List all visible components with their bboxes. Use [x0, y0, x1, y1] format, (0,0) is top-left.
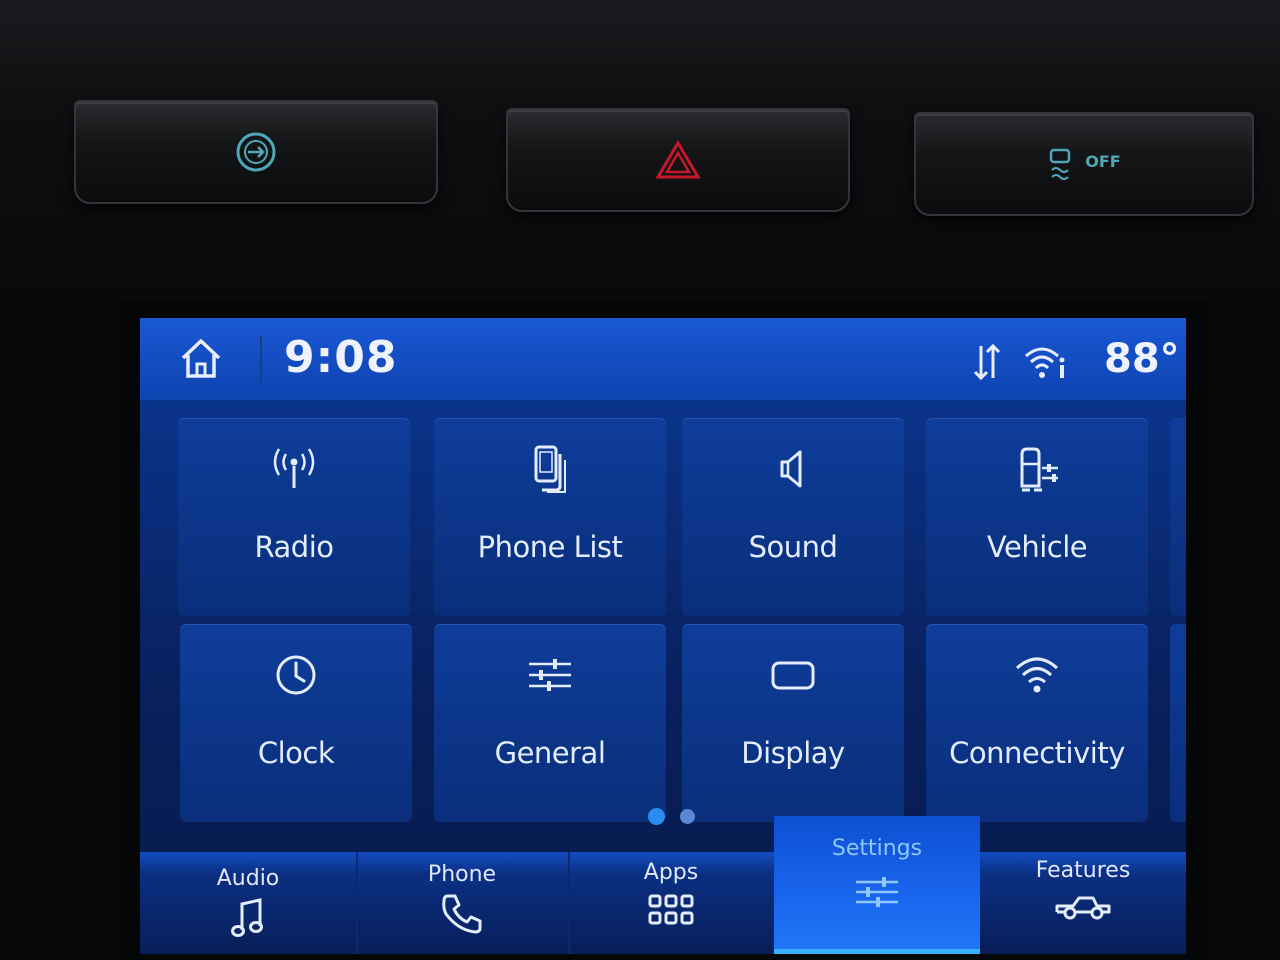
- tile-label: Connectivity: [949, 736, 1125, 770]
- display-icon: [771, 661, 815, 690]
- clock-time: 9:08: [284, 332, 398, 383]
- settings-sliders-icon: [856, 877, 898, 907]
- status-divider: [260, 336, 262, 382]
- tile-display[interactable]: Display: [682, 624, 904, 822]
- hazard-warning-icon: [655, 140, 701, 179]
- tile-phone-list[interactable]: Phone List: [434, 418, 666, 616]
- vehicle-settings-icon: [1020, 447, 1058, 492]
- nav-label: Settings: [831, 836, 923, 861]
- wifi-icon: [1015, 657, 1059, 693]
- nav-features[interactable]: Features: [980, 852, 1186, 954]
- tile-vehicle[interactable]: Vehicle: [926, 418, 1148, 616]
- infotainment-screen: 9:08 88° Radio Phone List Sound Vehicle …: [140, 318, 1186, 954]
- page-dot-active[interactable]: [648, 808, 665, 825]
- nav-label: Features: [1035, 858, 1131, 883]
- nav-label: Audio: [216, 866, 280, 891]
- traction-control-off-button[interactable]: OFF: [914, 112, 1254, 216]
- hazard-lights-button[interactable]: [506, 108, 850, 212]
- nav-apps[interactable]: Apps: [568, 852, 776, 954]
- tile-label: Clock: [257, 736, 335, 770]
- tile-label: Vehicle: [986, 530, 1088, 564]
- next-page-tile-edge[interactable]: [1170, 418, 1186, 616]
- next-page-tile-edge[interactable]: [1170, 624, 1186, 822]
- tile-clock[interactable]: Clock: [180, 624, 412, 822]
- bottom-nav-bar: Audio Phone Apps Settings Features: [140, 816, 1186, 954]
- phone-list-icon: [534, 445, 566, 493]
- traction-off-label: OFF: [1085, 151, 1121, 171]
- truck-icon: [1055, 896, 1111, 920]
- tile-label: Phone List: [477, 530, 623, 564]
- touch-control-icon: [236, 132, 276, 172]
- tile-sound[interactable]: Sound: [682, 418, 904, 616]
- speaker-icon: [780, 450, 802, 488]
- tile-general[interactable]: General: [434, 624, 666, 822]
- music-note-icon: [231, 898, 263, 937]
- apps-grid-icon: [648, 894, 694, 925]
- hardware-touch-button[interactable]: [74, 100, 438, 204]
- radio-antenna-icon: [273, 448, 315, 488]
- clock-icon: [276, 655, 316, 695]
- nav-audio[interactable]: Audio: [140, 852, 358, 954]
- tile-label: Display: [741, 736, 845, 770]
- nav-label: Apps: [643, 860, 699, 885]
- tile-label: Sound: [748, 530, 838, 564]
- sliders-icon: [529, 659, 571, 691]
- page-indicator: [648, 808, 708, 826]
- phone-handset-icon: [442, 894, 482, 934]
- tile-label: General: [494, 736, 606, 770]
- wifi-info-icon: [1025, 347, 1065, 378]
- status-bar: 9:08 88°: [140, 318, 1186, 400]
- page-dot[interactable]: [680, 809, 695, 824]
- tile-radio[interactable]: Radio: [178, 418, 410, 616]
- nav-phone[interactable]: Phone: [356, 852, 570, 954]
- nav-settings[interactable]: Settings: [774, 816, 980, 954]
- data-transfer-icon: [973, 343, 1001, 381]
- tile-label: Radio: [254, 530, 335, 564]
- nav-label: Phone: [427, 862, 497, 887]
- outside-temperature: 88°: [1104, 336, 1180, 382]
- home-icon[interactable]: [178, 336, 224, 382]
- tile-connectivity[interactable]: Connectivity: [926, 624, 1148, 822]
